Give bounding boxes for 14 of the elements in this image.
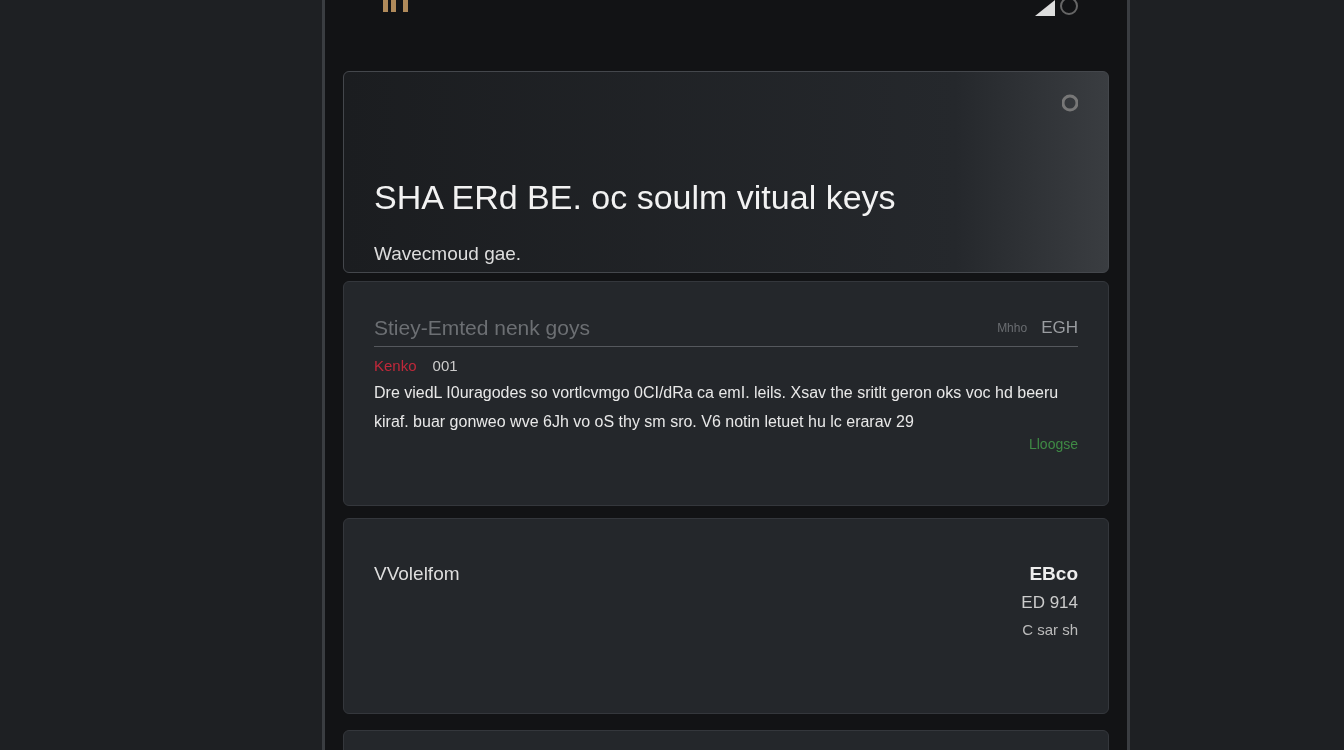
entry-detail: C sar sh xyxy=(1022,621,1078,639)
screen-title: SHA ERd BE. oc soulm vitual keys xyxy=(374,178,897,218)
author-name[interactable]: Kenko xyxy=(374,356,417,374)
post-body: Dre viedL I0uragodes so vortlcvmgo 0CI/dRa ca emI. leils. Xsav the sritlt geron oks voc hd beeru kiraf. buar gonweo wve 6Jh vo oS thy sm sro. V6 notin letuet hu lc erarav 29 xyxy=(374,382,1060,432)
post-link[interactable]: Lloogse xyxy=(1028,435,1078,452)
signal-icon xyxy=(383,0,411,12)
entry-detail: EBco xyxy=(1029,563,1078,586)
entry-title: VVolelfom xyxy=(374,563,460,586)
post-title: Stiey-Emted nenk goys xyxy=(374,315,590,340)
post-count: 001 xyxy=(432,356,458,374)
entry-detail: ED 914 xyxy=(1021,593,1078,614)
post-tag-text: EGH xyxy=(1041,317,1078,338)
post-note: Mhho xyxy=(997,320,1028,335)
screen-subtitle: Wavecmoud gae. xyxy=(374,243,523,266)
